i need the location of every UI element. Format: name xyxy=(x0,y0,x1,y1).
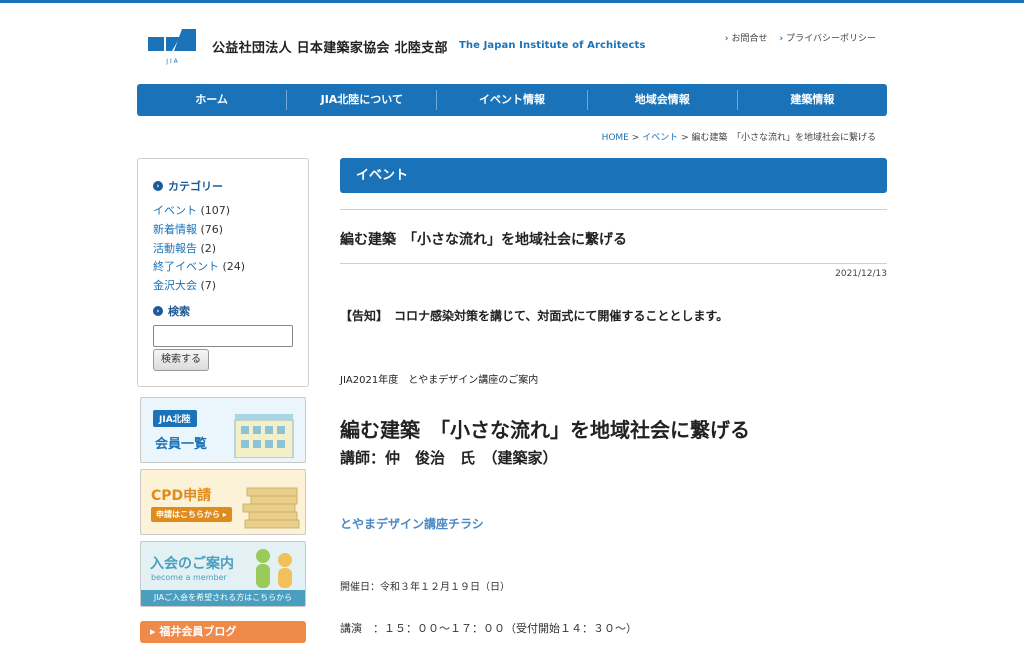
nav-events[interactable]: イベント情報 xyxy=(437,90,588,110)
notice-text: 【告知】 コロナ感染対策を講じて、対面式にて開催することとします。 xyxy=(340,309,729,323)
event-date: 開催日：令和３年１２月１９日（日） xyxy=(340,582,510,593)
global-nav: ホーム JIA北陸について イベント情報 地域会情報 建築情報 xyxy=(137,84,887,116)
category-heading: › カテゴリー xyxy=(153,178,223,194)
search-input[interactable] xyxy=(153,325,293,347)
category-item[interactable]: イベント (107) xyxy=(153,202,245,221)
event-subheading: JIA2021年度 とやまデザイン講座のご案内 xyxy=(340,375,539,386)
sidebar: › カテゴリー イベント (107) 新着情報 (76) 活動報告 (2) 終了… xyxy=(137,158,309,387)
fukui-blog-banner[interactable]: ▸ 福井会員ブログ xyxy=(140,621,306,643)
event-title: 編む建築 「小さな流れ」を地域社会に繋げる xyxy=(340,418,750,442)
category-item[interactable]: 金沢大会 (7) xyxy=(153,277,245,296)
cpd-banner[interactable]: CPD申請 申請はこちらから ▸ xyxy=(140,469,306,535)
chevron-right-icon: › xyxy=(153,181,163,191)
page-heading: イベント xyxy=(340,158,887,193)
divider xyxy=(340,263,887,264)
category-item[interactable]: 活動報告 (2) xyxy=(153,240,245,259)
site-title-en[interactable]: The Japan Institute of Architects xyxy=(459,40,646,51)
people-illustration-icon xyxy=(256,549,292,588)
svg-text:J I A: J I A xyxy=(165,58,178,65)
category-item[interactable]: 終了イベント (24) xyxy=(153,258,245,277)
event-time: 講演 ：１５：００～１７：００（受付開始１４：３０～） xyxy=(340,622,637,635)
nav-home[interactable]: ホーム xyxy=(137,90,288,110)
nav-architecture[interactable]: 建築情報 xyxy=(738,90,887,110)
jia-logo[interactable]: J I A xyxy=(148,29,196,65)
contact-link[interactable]: › お問合せ xyxy=(725,31,768,44)
category-item[interactable]: 新着情報 (76) xyxy=(153,221,245,240)
category-list: イベント (107) 新着情報 (76) 活動報告 (2) 終了イベント (24… xyxy=(153,202,245,296)
top-links: › お問合せ › プライバシーポリシー xyxy=(725,31,876,44)
triangle-right-icon: ▸ xyxy=(150,625,160,638)
chevron-right-icon: › xyxy=(724,34,729,44)
flyer-link[interactable]: とやまデザイン講座チラシ xyxy=(340,515,484,532)
post-title: 編む建築 「小さな流れ」を地域社会に繋げる xyxy=(340,232,627,248)
member-list-banner[interactable]: JIA北陸 会員一覧 xyxy=(140,397,306,463)
divider xyxy=(340,209,887,210)
breadcrumb: HOME > イベント > 編む建築 「小さな流れ」を地域社会に繋げる xyxy=(601,133,876,143)
site-title[interactable]: 公益社団法人 日本建築家協会 北陸支部 xyxy=(212,37,448,56)
nav-about[interactable]: JIA北陸について xyxy=(287,90,438,110)
breadcrumb-current: 編む建築 「小さな流れ」を地域社会に繋げる xyxy=(691,133,876,143)
chevron-right-icon: › xyxy=(153,306,163,316)
breadcrumb-home[interactable]: HOME xyxy=(602,133,629,143)
privacy-link[interactable]: › プライバシーポリシー xyxy=(779,31,876,44)
lecturer-text: 講師：仲 俊治 氏 （建築家） xyxy=(340,449,558,467)
join-banner[interactable]: 入会のご案内 become a member JIAご入会を希望される方はこちら… xyxy=(140,541,306,607)
nav-regions[interactable]: 地域会情報 xyxy=(588,90,738,110)
books-illustration-icon xyxy=(242,487,300,529)
chevron-right-icon: › xyxy=(779,34,784,44)
building-illustration-icon xyxy=(234,414,294,458)
search-button[interactable]: 検索する xyxy=(153,349,209,371)
search-heading: › 検索 xyxy=(153,303,190,319)
breadcrumb-events[interactable]: イベント xyxy=(642,133,678,143)
post-date: 2021/12/13 xyxy=(835,269,887,279)
page: J I A 公益社団法人 日本建築家協会 北陸支部 The Japan Inst… xyxy=(0,3,1024,650)
